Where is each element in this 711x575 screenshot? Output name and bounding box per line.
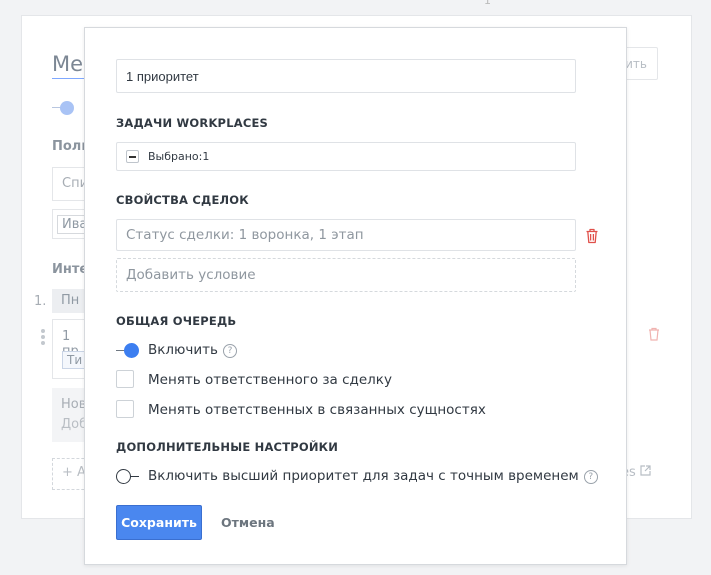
change-related-owners-label: Менять ответственных в связанных сущност… [148, 402, 486, 418]
change-deal-owner-row[interactable]: Менять ответственного за сделку [116, 370, 416, 390]
help-icon[interactable]: ? [222, 344, 237, 358]
queue-enable-row[interactable]: Включить? [116, 340, 316, 360]
change-deal-owner-label: Менять ответственного за сделку [148, 372, 392, 388]
priority-name-input[interactable] [116, 59, 576, 93]
change-deal-owner-checkbox[interactable] [116, 370, 134, 388]
help-icon[interactable]: ? [583, 470, 598, 484]
change-related-owners-checkbox[interactable] [116, 400, 134, 418]
queue-enable-toggle[interactable] [116, 343, 140, 358]
bg-add-label: + А [62, 465, 86, 480]
section-title-workplaces: ЗАДАЧИ WORKPLACES [116, 116, 268, 130]
workplaces-selected-text: Выбрано:1 [148, 150, 210, 163]
trash-icon[interactable] [585, 228, 599, 244]
bg-toggle [52, 101, 74, 115]
high-priority-row[interactable]: Включить высший приоритет для задач с то… [116, 466, 598, 486]
bg-new-item-title: Нов [61, 397, 87, 412]
section-title-deal-props: СВОЙСТВА СДЕЛОК [116, 193, 249, 207]
cancel-button[interactable]: Отмена [221, 505, 275, 540]
bg-trash-icon [649, 327, 659, 341]
bg-row-number: 1. [34, 294, 47, 309]
change-related-owners-row[interactable]: Менять ответственных в связанных сущност… [116, 400, 516, 420]
section-title-queue: ОБЩАЯ ОЧЕРЕДЬ [116, 314, 237, 328]
deal-condition[interactable]: Статус сделки: 1 воронка, 1 этап [116, 219, 576, 251]
workplaces-select[interactable]: Выбрано:1 [116, 142, 576, 171]
bg-intervals-label: Инте [52, 262, 89, 277]
section-title-extra: ДОПОЛНИТЕЛЬНЫЕ НАСТРОЙКИ [116, 440, 339, 454]
external-link-icon [640, 465, 651, 476]
queue-enable-label: Включить [148, 342, 218, 358]
high-priority-toggle[interactable] [116, 469, 140, 484]
high-priority-label: Включить высший приоритет для задач с то… [148, 468, 579, 484]
priority-modal: ЗАДАЧИ WORKPLACES Выбрано:1 СВОЙСТВА СДЕ… [84, 27, 627, 565]
save-button[interactable]: Сохранить [116, 505, 202, 540]
add-condition-button[interactable]: Добавить условие [116, 258, 576, 292]
drag-handle-icon [41, 328, 47, 346]
page-number: 1 [484, 0, 491, 7]
minus-icon[interactable] [126, 150, 139, 163]
